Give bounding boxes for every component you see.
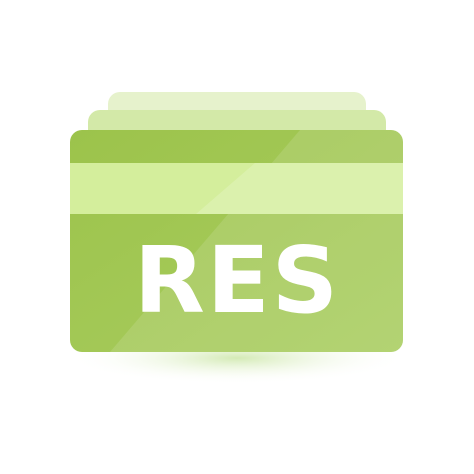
card-label: RES: [134, 227, 340, 334]
res-cards-icon[interactable]: RES: [0, 0, 474, 474]
app-icon-canvas: RES: [0, 0, 474, 474]
